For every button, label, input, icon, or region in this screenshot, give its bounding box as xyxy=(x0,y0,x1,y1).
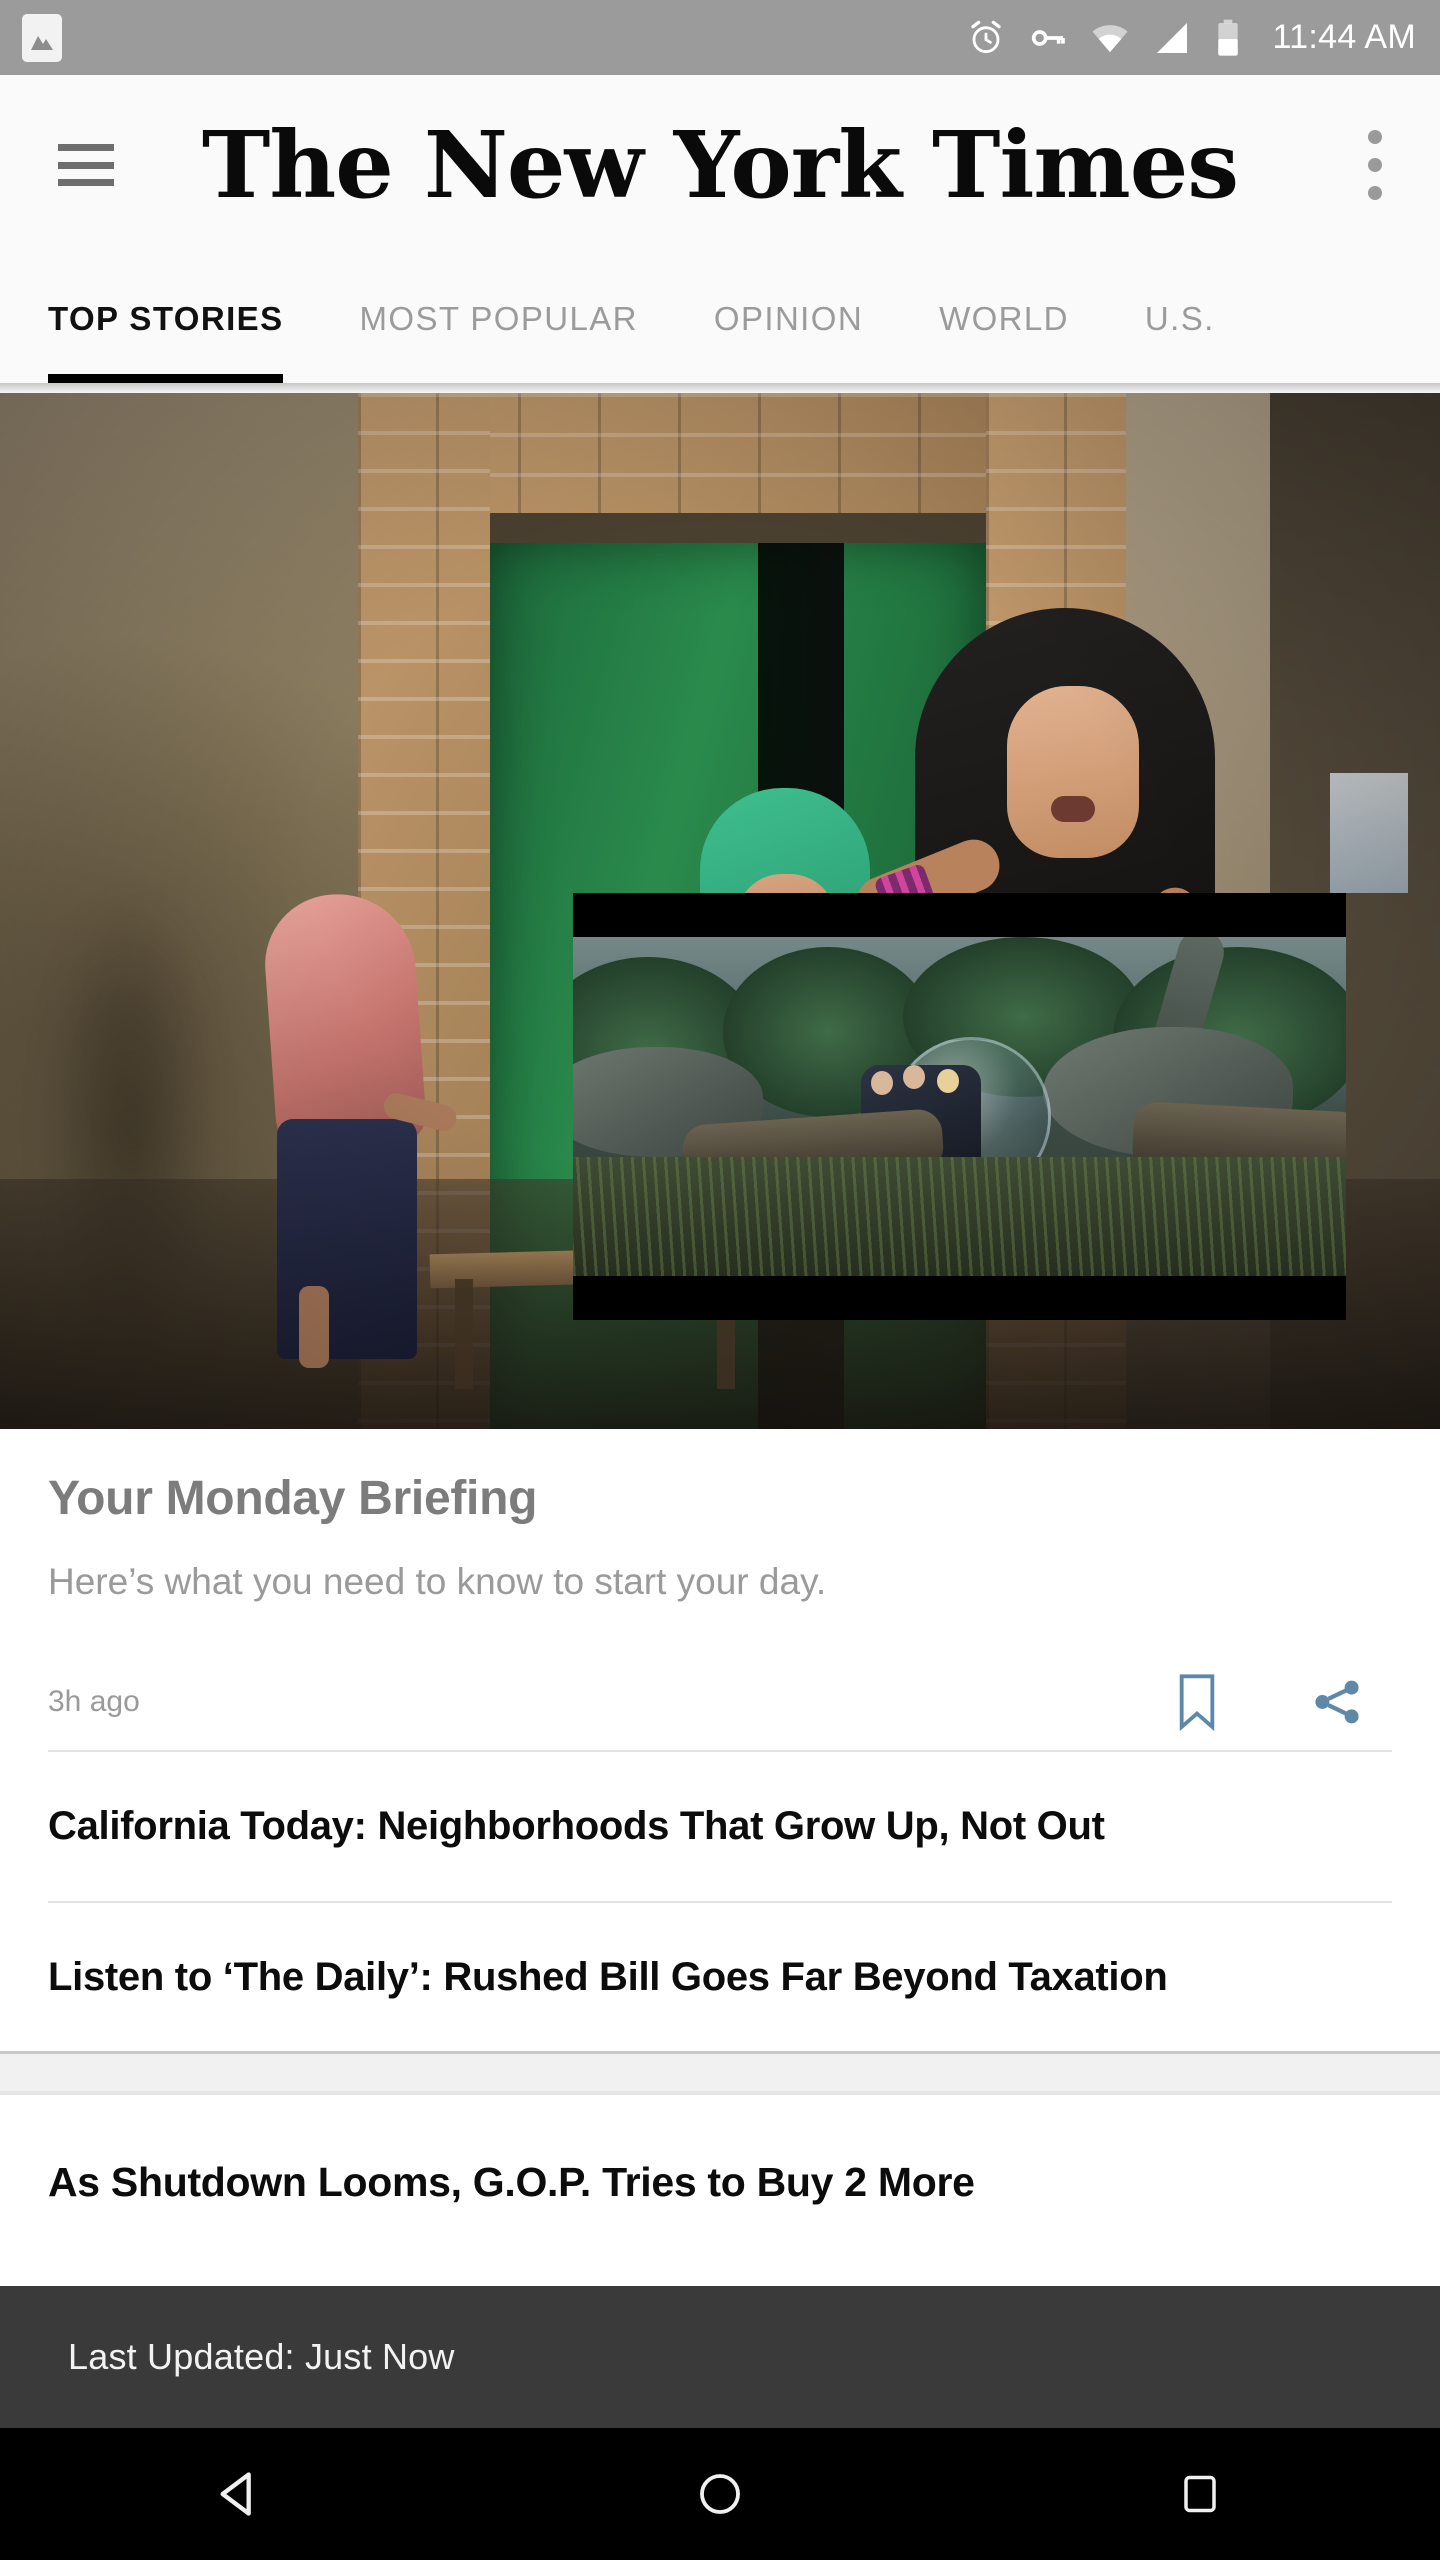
pip-video-frame xyxy=(573,937,1346,1277)
home-circle-icon xyxy=(700,2474,740,2514)
bookmark-icon[interactable] xyxy=(1174,1673,1220,1731)
tab-label: TOP STORIES xyxy=(48,300,284,337)
vpn-key-icon xyxy=(1032,29,1066,46)
more-vertical-icon[interactable] xyxy=(1368,130,1382,200)
hamburger-menu-icon[interactable] xyxy=(58,144,114,186)
share-icon[interactable] xyxy=(1310,1675,1364,1729)
pip-letterbox-bottom xyxy=(573,1276,1346,1320)
page-title: The New York Times xyxy=(201,111,1239,219)
article-row[interactable]: California Today: Neighborhoods That Gro… xyxy=(0,1752,1440,1901)
tab-label: OPINION xyxy=(713,300,864,337)
article-headline: Listen to ‘The Daily’: Rushed Bill Goes … xyxy=(48,1954,1168,1999)
article-row[interactable]: As Shutdown Looms, G.O.P. Tries to Buy 2… xyxy=(0,2095,1440,2257)
tab-world[interactable]: WORLD xyxy=(901,255,1107,383)
android-nav-bar xyxy=(0,2428,1440,2560)
lede-actions xyxy=(1174,1673,1392,1731)
status-bar-icons: 11:44 AM xyxy=(966,18,1416,58)
tab-label: MOST POPULAR xyxy=(359,300,638,337)
grass-foreground xyxy=(573,1157,1346,1277)
tab-label: WORLD xyxy=(939,300,1069,337)
wall-poster xyxy=(1330,773,1408,893)
tab-label: U.S. xyxy=(1144,300,1215,337)
lede-meta-row: 3h ago xyxy=(48,1654,1392,1750)
recents-button[interactable] xyxy=(1130,2428,1270,2560)
article-headline: As Shutdown Looms, G.O.P. Tries to Buy 2… xyxy=(48,2159,975,2206)
status-bar-left xyxy=(22,13,62,62)
lede-content: Your Monday Briefing Here’s what you nee… xyxy=(0,1429,1440,1750)
tab-opinion[interactable]: OPINION xyxy=(676,255,901,383)
image-icon xyxy=(22,13,62,62)
card-separator xyxy=(0,2051,1440,2096)
status-bar-clock: 11:44 AM xyxy=(1272,18,1416,56)
section-tabs: TOP STORIES MOST POPULAR OPINION WORLD U… xyxy=(0,255,1440,383)
status-bar: 11:44 AM xyxy=(0,0,1440,75)
battery-icon xyxy=(1218,19,1239,56)
toast-snackbar: Last Updated: Just Now xyxy=(0,2286,1440,2428)
lede-headline: Your Monday Briefing xyxy=(48,1472,538,1525)
figure-woman-pink-scarf xyxy=(255,889,460,1368)
tab-most-popular[interactable]: MOST POPULAR xyxy=(321,255,675,383)
article-headline: California Today: Neighborhoods That Gro… xyxy=(48,1803,1105,1848)
alarm-icon xyxy=(971,20,1002,53)
back-triangle-icon xyxy=(220,2472,251,2516)
toast-message: Last Updated: Just Now xyxy=(68,2336,455,2377)
app-bar: The New York Times xyxy=(0,75,1440,255)
lede-timestamp: 3h ago xyxy=(48,1684,140,1718)
cellular-signal-icon xyxy=(1157,22,1188,53)
wifi-icon xyxy=(1092,24,1128,52)
pip-letterbox-top xyxy=(573,893,1346,937)
home-button[interactable] xyxy=(650,2428,790,2560)
phone-screen: 11:44 AM The New York Times TOP STORIES … xyxy=(0,0,1440,2560)
pip-video-player[interactable] xyxy=(573,893,1346,1320)
lede-card[interactable]: Your Monday Briefing Here’s what you nee… xyxy=(0,1429,1440,2052)
recents-square-icon xyxy=(1184,2475,1216,2513)
back-button[interactable] xyxy=(170,2428,310,2560)
tab-top-stories[interactable]: TOP STORIES xyxy=(48,255,321,383)
article-row[interactable]: Listen to ‘The Daily’: Rushed Bill Goes … xyxy=(0,1903,1440,2052)
tab-us[interactable]: U.S. xyxy=(1107,255,1253,383)
next-card[interactable]: As Shutdown Looms, G.O.P. Tries to Buy 2… xyxy=(0,2095,1440,2258)
lede-summary: Here’s what you need to know to start yo… xyxy=(48,1560,827,1602)
